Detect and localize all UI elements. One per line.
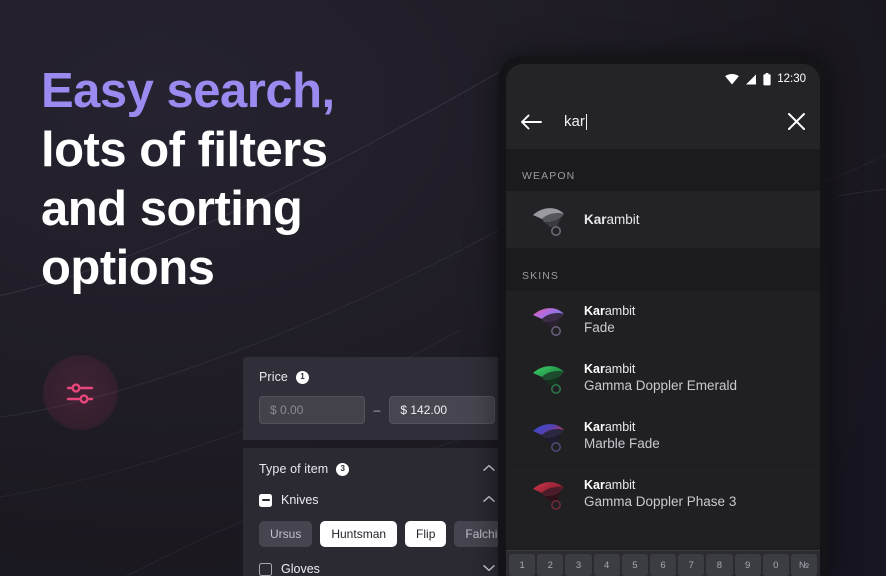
karambit-marble-fade-thumbnail: [522, 417, 584, 455]
price-filter-section: Price 1 $ 0.00 – $ 142.00: [243, 357, 511, 440]
group-gloves-label: Gloves: [281, 562, 320, 576]
rest-text: ambit: [604, 478, 636, 492]
key-3[interactable]: 3: [565, 554, 592, 576]
hero-line-2: lots of filters: [41, 123, 328, 177]
close-icon[interactable]: [780, 112, 806, 131]
key-7[interactable]: 7: [678, 554, 705, 576]
price-range-row: $ 0.00 – $ 142.00: [259, 396, 495, 424]
rest-text: ambit: [606, 212, 640, 227]
result-skin-weapon: Karambit: [584, 304, 635, 318]
keyboard-number-row: 1 2 3 4 5 6 7 8 9 0 №: [506, 550, 820, 576]
chevron-up-icon[interactable]: [483, 464, 495, 475]
battery-icon: [763, 72, 771, 85]
result-skin-text: Karambit Fade: [584, 304, 635, 335]
phone-mockup: 12:30 kar WEAPON Karambit SKINS Karambit…: [498, 56, 828, 576]
hero-line-4: options: [41, 241, 215, 295]
price-range-separator: –: [373, 403, 381, 417]
result-skin-weapon: Karambit: [584, 478, 736, 492]
match-text: Kar: [584, 304, 605, 318]
filter-badge-circle: [43, 355, 118, 430]
section-header-weapon: WEAPON: [506, 149, 820, 191]
search-input[interactable]: kar: [550, 113, 780, 130]
result-skin-name: Marble Fade: [584, 436, 660, 451]
result-row-karambit-marble-fade[interactable]: Karambit Marble Fade: [506, 407, 820, 465]
result-skin-text: Karambit Gamma Doppler Emerald: [584, 362, 737, 393]
text-cursor: [585, 113, 588, 130]
result-skin-weapon: Karambit: [584, 420, 660, 434]
result-row-karambit-gamma-doppler-emerald[interactable]: Karambit Gamma Doppler Emerald: [506, 349, 820, 407]
section-header-skins: SKINS: [506, 249, 820, 291]
result-row-weapon-karambit[interactable]: Karambit: [506, 191, 820, 249]
karambit-emerald-thumbnail: [522, 359, 584, 397]
karambit-fade-thumbnail: [522, 301, 584, 339]
type-of-item-section: Type of item 3 Knives Ursus Huntsman Fli…: [243, 448, 511, 576]
result-row-karambit-gamma-doppler-phase-3[interactable]: Karambit Gamma Doppler Phase 3: [506, 465, 820, 523]
key-8[interactable]: 8: [706, 554, 733, 576]
key-6[interactable]: 6: [649, 554, 677, 576]
filter-panel: Price 1 $ 0.00 – $ 142.00 Type of item 3…: [243, 357, 511, 576]
key-9[interactable]: 9: [734, 554, 761, 576]
search-results: WEAPON Karambit SKINS Karambit Fade Kara…: [506, 149, 820, 550]
knives-chip-row: Ursus Huntsman Flip Falchion: [259, 521, 511, 547]
result-row-karambit-fade[interactable]: Karambit Fade: [506, 291, 820, 349]
rest-text: ambit: [604, 362, 636, 376]
match-text: Kar: [584, 478, 605, 492]
result-skin-name: Fade: [584, 320, 615, 335]
search-bar: kar: [506, 94, 820, 149]
price-filter-count-badge: 1: [295, 370, 309, 384]
result-skin-text: Karambit Marble Fade: [584, 420, 660, 451]
result-skin-name: Gamma Doppler Phase 3: [584, 494, 737, 509]
result-skin-name: Gamma Doppler Emerald: [584, 378, 738, 393]
phone-screen: 12:30 kar WEAPON Karambit SKINS Karambit…: [506, 64, 820, 576]
price-min-input[interactable]: $ 0.00: [259, 396, 365, 424]
checkbox-knives[interactable]: [259, 493, 272, 507]
chip-huntsman[interactable]: Huntsman: [320, 521, 398, 547]
checkbox-gloves[interactable]: [259, 562, 272, 576]
karambit-thumbnail: [522, 201, 584, 239]
hero-line-1: Easy search,: [41, 64, 335, 118]
key-0[interactable]: 0: [762, 554, 789, 576]
group-gloves[interactable]: Gloves: [259, 562, 495, 576]
chip-flip[interactable]: Flip: [405, 521, 447, 547]
key-2[interactable]: 2: [537, 554, 564, 576]
match-text: Kar: [584, 212, 607, 227]
signal-icon: [746, 74, 757, 84]
chevron-up-icon[interactable]: [483, 495, 495, 506]
key-5[interactable]: 5: [621, 554, 648, 576]
chevron-down-icon[interactable]: [483, 564, 495, 575]
status-bar: 12:30: [506, 64, 820, 94]
karambit-phase3-thumbnail: [522, 475, 584, 513]
rest-text: ambit: [604, 420, 636, 434]
status-bar-time: 12:30: [777, 73, 806, 85]
result-weapon-title: Karambit: [584, 212, 640, 227]
match-text: Kar: [584, 362, 605, 376]
price-filter-header: Price 1: [259, 370, 495, 384]
sliders-icon: [66, 382, 93, 404]
price-max-input[interactable]: $ 142.00: [389, 396, 495, 424]
type-of-item-count-badge: 3: [336, 462, 350, 476]
chip-ursus[interactable]: Ursus: [259, 521, 313, 547]
result-skin-text: Karambit Gamma Doppler Phase 3: [584, 478, 736, 509]
key-4[interactable]: 4: [593, 554, 620, 576]
hero-line-3: and sorting: [41, 182, 303, 236]
type-of-item-label: Type of item: [259, 462, 329, 476]
price-filter-label: Price: [259, 370, 288, 384]
group-knives-label: Knives: [281, 493, 319, 507]
hero-headline: Easy search, lots of filters and sorting…: [41, 62, 461, 298]
wifi-icon: [725, 73, 740, 84]
key-numero[interactable]: №: [790, 554, 818, 576]
back-arrow-icon[interactable]: [520, 114, 550, 130]
result-skin-weapon: Karambit: [584, 362, 737, 376]
type-of-item-header[interactable]: Type of item 3: [259, 462, 495, 476]
rest-text: ambit: [604, 304, 636, 318]
match-text: Kar: [584, 420, 605, 434]
group-knives[interactable]: Knives: [259, 493, 495, 507]
search-query-text: kar: [564, 113, 585, 130]
key-1[interactable]: 1: [509, 554, 536, 576]
